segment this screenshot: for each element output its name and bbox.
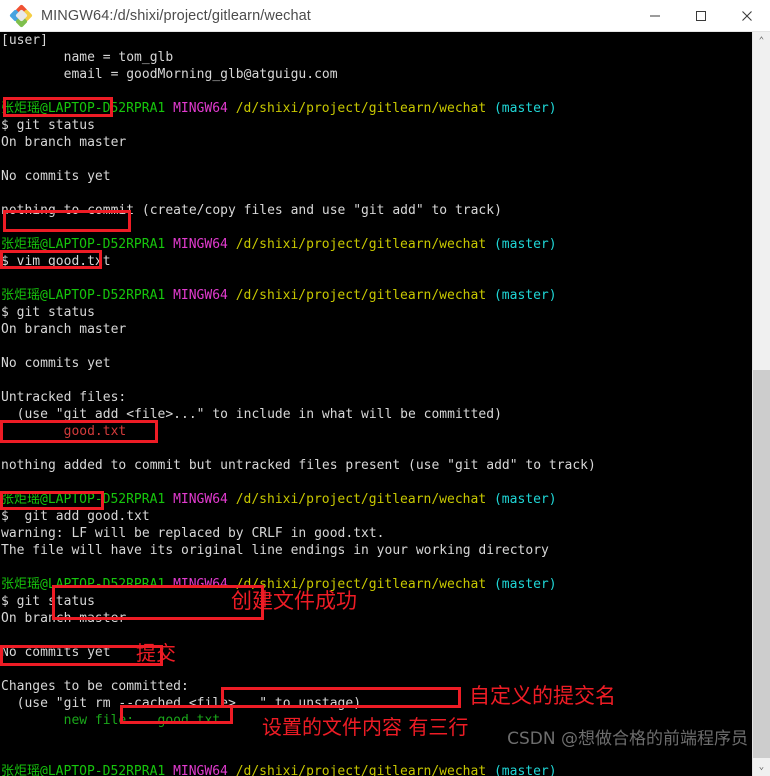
terminal-prompt-line: 张炬瑶@LAPTOP-D52RPRA1 MINGW64 /d/shixi/pro… — [1, 101, 557, 116]
maximize-button[interactable] — [678, 0, 724, 32]
watermark: CSDN @想做合格的前端程序员 — [507, 729, 748, 749]
anno-custom-msg: 自定义的提交名 — [469, 684, 616, 708]
terminal-line: email = goodMorning_glb@atguigu.com — [1, 67, 338, 82]
terminal-line: $ vim good.txt — [1, 254, 111, 269]
title-bar: MINGW64:/d/shixi/project/gitlearn/wechat — [0, 0, 770, 32]
terminal-line: good.txt — [1, 424, 127, 439]
terminal-line: No commits yet — [1, 645, 111, 660]
terminal-prompt-line: 张炬瑶@LAPTOP-D52RPRA1 MINGW64 /d/shixi/pro… — [1, 288, 557, 303]
terminal-line: warning: LF will be replaced by CRLF in … — [1, 526, 385, 541]
terminal-line: No commits yet — [1, 356, 111, 371]
window-controls — [632, 0, 770, 32]
terminal-line: (use "git rm --cached <file>..." to unst… — [1, 696, 362, 711]
terminal-line: nothing to commit (create/copy files and… — [1, 203, 502, 218]
terminal-line: Untracked files: — [1, 390, 127, 405]
terminal-prompt-line: 张炬瑶@LAPTOP-D52RPRA1 MINGW64 /d/shixi/pro… — [1, 764, 557, 776]
scroll-up-icon[interactable]: ⌃ — [753, 32, 770, 50]
terminal-line: No commits yet — [1, 169, 111, 184]
terminal-scrollbar[interactable]: ⌃ ⌄ — [752, 32, 770, 776]
git-bash-icon — [9, 3, 33, 28]
terminal-line: $ git add good.txt — [1, 509, 150, 524]
anno-file-content: 设置的文件内容 有三行 — [262, 715, 469, 739]
terminal-line: On branch master — [1, 611, 127, 626]
terminal-line-list: [user] name = tom_glb email = goodMornin… — [0, 32, 752, 776]
anno-create-file-ok: 创建文件成功 — [231, 589, 357, 613]
scrollbar-thumb[interactable] — [753, 370, 770, 758]
git-bash-window: MINGW64:/d/shixi/project/gitlearn/wechat… — [0, 0, 770, 776]
terminal-output[interactable]: [user] name = tom_glb email = goodMornin… — [0, 32, 752, 776]
terminal-line: $ git status — [1, 118, 95, 133]
terminal-line: On branch master — [1, 135, 127, 150]
terminal-line: nothing added to commit but untracked fi… — [1, 458, 596, 473]
terminal-line: Changes to be committed: — [1, 679, 189, 694]
anno-commit: 提交 — [136, 641, 176, 665]
close-button[interactable] — [724, 0, 770, 32]
terminal-line: (use "git add <file>..." to include in w… — [1, 407, 502, 422]
terminal-line: $ git status — [1, 305, 95, 320]
terminal-line: $ git status — [1, 594, 95, 609]
minimize-button[interactable] — [632, 0, 678, 32]
terminal-prompt-line: 张炬瑶@LAPTOP-D52RPRA1 MINGW64 /d/shixi/pro… — [1, 577, 557, 592]
terminal-prompt-line: 张炬瑶@LAPTOP-D52RPRA1 MINGW64 /d/shixi/pro… — [1, 237, 557, 252]
scroll-down-icon[interactable]: ⌄ — [753, 758, 770, 776]
window-title: MINGW64:/d/shixi/project/gitlearn/wechat — [41, 7, 311, 24]
terminal-prompt-line: 张炬瑶@LAPTOP-D52RPRA1 MINGW64 /d/shixi/pro… — [1, 492, 557, 507]
terminal-line: name = tom_glb — [1, 50, 174, 65]
terminal-line: The file will have its original line end… — [1, 543, 549, 558]
terminal-line: [user] — [1, 33, 48, 48]
terminal-line: On branch master — [1, 322, 127, 337]
